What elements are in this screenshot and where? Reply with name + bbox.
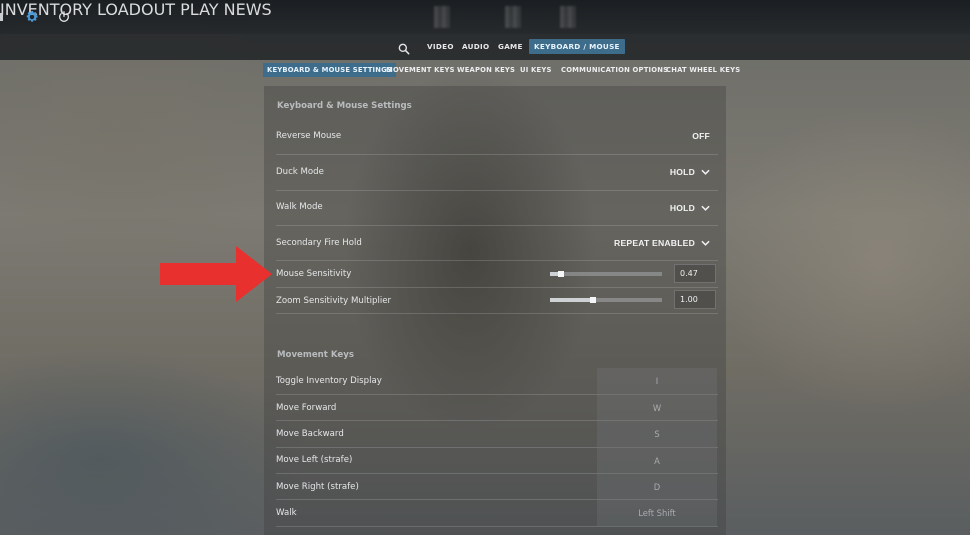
setting-row-secondary-fire-hold[interactable]: Secondary Fire Hold REPEAT ENABLED	[276, 226, 718, 261]
nav-inventory[interactable]: INVENTORY	[0, 0, 92, 19]
section-title-movement-keys: Movement Keys	[277, 350, 354, 360]
tab-audio[interactable]: AUDIO	[462, 42, 489, 51]
red-arrow-annotation	[160, 246, 272, 302]
tab-weapon-keys[interactable]: WEAPON KEYS	[457, 66, 515, 74]
keybind-label: Move Backward	[276, 429, 344, 439]
category-tabs: KEYBOARD & MOUSE SETTINGS MOVEMENT KEYS …	[0, 62, 970, 80]
tab-movement-keys[interactable]: MOVEMENT KEYS	[386, 66, 455, 74]
keybind-button[interactable]: S	[597, 421, 717, 447]
keybind-row: Move Backward S	[276, 421, 718, 448]
keybind-row: Move Right (strafe) D	[276, 474, 718, 500]
setting-row-walk-mode[interactable]: Walk Mode HOLD	[276, 191, 718, 226]
keybind-row: Toggle Inventory Display I	[276, 368, 718, 395]
keybind-button[interactable]: A	[597, 448, 717, 474]
dropdown[interactable]: REPEAT ENABLED	[614, 238, 710, 248]
settings-subnav: VIDEO AUDIO GAME KEYBOARD / MOUSE	[0, 34, 970, 60]
chevron-down-icon	[701, 240, 710, 246]
value-text: HOLD	[669, 203, 695, 213]
setting-row-duck-mode[interactable]: Duck Mode HOLD	[276, 155, 718, 191]
setting-label: Reverse Mouse	[276, 131, 342, 141]
sensitivity-input[interactable]: 0.47	[674, 264, 716, 283]
zoom-sensitivity-input[interactable]: 1.00	[674, 290, 716, 309]
sensitivity-slider[interactable]	[550, 271, 662, 277]
tab-game[interactable]: GAME	[498, 42, 523, 51]
keybind-button[interactable]: D	[597, 474, 717, 500]
setting-row-reverse-mouse[interactable]: Reverse Mouse OFF	[276, 120, 718, 155]
nav-news[interactable]: NEWS	[224, 0, 272, 19]
keybind-row: Move Left (strafe) A	[276, 448, 718, 474]
value-text: HOLD	[669, 167, 695, 177]
tab-keyboard-mouse-settings[interactable]: KEYBOARD & MOUSE SETTINGS	[263, 63, 397, 77]
chevron-down-icon	[701, 169, 710, 175]
setting-label: Duck Mode	[276, 167, 324, 177]
nav-loadout[interactable]: LOADOUT	[97, 0, 175, 19]
section-title-keyboard-mouse: Keyboard & Mouse Settings	[277, 101, 412, 111]
tab-ui-keys[interactable]: UI KEYS	[520, 66, 552, 74]
blurred-icon	[434, 6, 450, 28]
keybind-label: Walk	[276, 508, 297, 518]
keybind-button[interactable]: Left Shift	[597, 500, 717, 526]
keybind-button[interactable]: W	[597, 395, 717, 421]
top-bar: INVENTORY LOADOUT PLAY NEWS	[0, 0, 970, 34]
value-text: OFF	[692, 131, 710, 141]
partial-icon	[0, 13, 3, 21]
keybind-row: Walk Left Shift	[276, 500, 718, 527]
keybind-label: Move Forward	[276, 403, 337, 413]
blurred-icon	[560, 6, 576, 28]
gear-icon[interactable]	[23, 8, 41, 26]
dropdown[interactable]: HOLD	[670, 167, 710, 177]
slider-handle[interactable]	[558, 271, 564, 277]
keybind-label: Move Left (strafe)	[276, 455, 353, 465]
setting-value[interactable]: OFF	[692, 131, 710, 141]
zoom-sensitivity-slider[interactable]	[550, 297, 662, 303]
setting-label: Zoom Sensitivity Multiplier	[276, 296, 392, 306]
power-icon[interactable]	[55, 8, 73, 26]
chevron-down-icon	[701, 205, 710, 211]
setting-label: Walk Mode	[276, 202, 323, 212]
setting-label: Secondary Fire Hold	[276, 238, 362, 248]
tab-keyboard-mouse[interactable]: KEYBOARD / MOUSE	[529, 39, 625, 54]
keybind-row: Move Forward W	[276, 395, 718, 421]
nav-play[interactable]: PLAY	[180, 0, 218, 19]
tab-chat-wheel-keys[interactable]: CHAT WHEEL KEYS	[666, 66, 740, 74]
dropdown[interactable]: HOLD	[670, 203, 710, 213]
value-text: REPEAT ENABLED	[614, 238, 695, 248]
slider-fill	[550, 298, 593, 302]
setting-label: Mouse Sensitivity	[276, 269, 352, 279]
tab-video[interactable]: VIDEO	[427, 42, 454, 51]
setting-row-mouse-sensitivity: Mouse Sensitivity 0.47	[276, 261, 718, 288]
tab-communication-options[interactable]: COMMUNICATION OPTIONS	[561, 66, 668, 74]
keybind-button[interactable]: I	[597, 368, 717, 394]
blurred-icon	[505, 6, 521, 28]
setting-row-zoom-sensitivity: Zoom Sensitivity Multiplier 1.00	[276, 288, 718, 314]
keybind-label: Move Right (strafe)	[276, 482, 359, 492]
keybind-label: Toggle Inventory Display	[276, 376, 382, 386]
search-icon[interactable]	[395, 40, 413, 58]
slider-handle[interactable]	[590, 297, 596, 303]
